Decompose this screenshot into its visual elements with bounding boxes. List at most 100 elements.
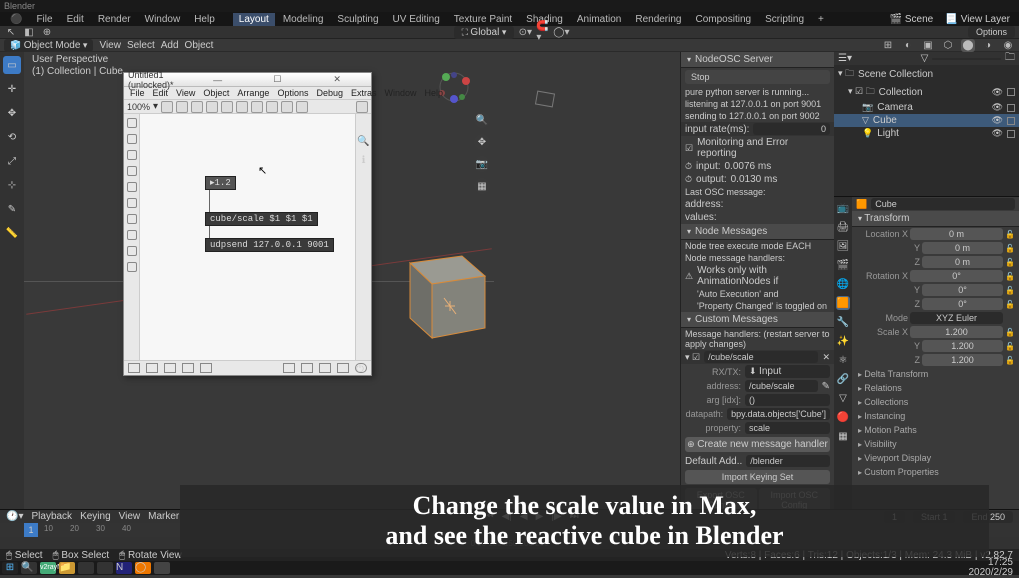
max-rside-1[interactable]: 🔍 <box>357 136 369 147</box>
node-messages-header[interactable]: Node Messages <box>681 224 834 240</box>
max-tb-1[interactable] <box>161 101 173 113</box>
loc-z[interactable]: 0 m <box>922 256 1003 268</box>
menu-render[interactable]: Render <box>92 13 137 26</box>
property-field[interactable]: scale <box>745 422 830 434</box>
outliner-filter-icon[interactable]: ▽ <box>921 53 929 64</box>
rot-mode[interactable]: XYZ Euler <box>910 312 1003 324</box>
max-side-1[interactable] <box>127 118 137 128</box>
tool-annotate[interactable]: ✎ <box>3 200 21 218</box>
max-message-scale[interactable]: cube/scale $1 $1 $1 <box>205 212 318 226</box>
max-floatbox[interactable]: ▸1.2 <box>205 176 236 190</box>
monitor-toggle[interactable]: ☑ Monitoring and Error reporting <box>681 136 834 160</box>
ws-modeling[interactable]: Modeling <box>277 13 330 26</box>
taskbar-max-icon[interactable] <box>154 562 170 574</box>
menu-edit[interactable]: Edit <box>61 13 90 26</box>
max-titlebar[interactable]: Untitled1 (unlocked)* — ☐ ✕ <box>124 73 371 87</box>
rot-z[interactable]: 0° <box>922 298 1003 310</box>
delta-transform-sub[interactable]: Delta Transform <box>852 367 1019 381</box>
max-side-4[interactable] <box>127 166 137 176</box>
snap-toggle-icon[interactable]: 🧲▾ <box>536 26 550 39</box>
tab-physics-icon[interactable]: ⚛ <box>836 353 850 367</box>
tab-viewlayer-icon[interactable]: 🖼 <box>836 239 850 253</box>
scale-y[interactable]: 1.200 <box>922 340 1003 352</box>
max-side-10[interactable] <box>127 262 137 272</box>
tl-menu-view[interactable]: View <box>119 511 141 522</box>
max-udpsend[interactable]: udpsend 127.0.0.1 9001 <box>205 238 334 252</box>
scene-selector[interactable]: 🎬 Scene <box>884 13 938 26</box>
snap-icon[interactable]: ⊕ <box>40 26 54 39</box>
max-side-8[interactable] <box>127 230 137 240</box>
shading-wire-icon[interactable]: ⬡ <box>941 39 955 52</box>
ws-texpaint[interactable]: Texture Paint <box>448 13 518 26</box>
max-bot-7[interactable] <box>301 363 313 373</box>
timeline-type-icon[interactable]: 🕐▾ <box>6 511 23 522</box>
rot-y[interactable]: 0° <box>922 284 1003 296</box>
lock-icon[interactable]: 🔓 <box>1005 230 1015 239</box>
ws-compositing[interactable]: Compositing <box>690 13 758 26</box>
scale-x[interactable]: 1.200 <box>910 326 1003 338</box>
menu-file[interactable]: File <box>30 13 58 26</box>
pan-icon[interactable]: ✥ <box>474 134 490 150</box>
pick-icon[interactable]: ✎ <box>822 381 830 392</box>
tl-menu-playback[interactable]: Playback <box>31 511 72 522</box>
proportional-icon[interactable]: ◯▾ <box>554 26 568 39</box>
nav-gizmo[interactable] <box>434 67 474 107</box>
instancing-sub[interactable]: Instancing <box>852 409 1019 423</box>
ws-rendering[interactable]: Rendering <box>629 13 687 26</box>
viewlayer-selector[interactable]: 📃 View Layer <box>940 13 1015 26</box>
import-keying-button[interactable]: Import Keying Set <box>685 470 830 484</box>
max-msp-window[interactable]: Untitled1 (unlocked)* — ☐ ✕ File Edit Vi… <box>123 72 372 376</box>
vmenu-add[interactable]: Add <box>161 40 179 51</box>
customprops-sub[interactable]: Custom Properties <box>852 465 1019 479</box>
address-field[interactable]: /cube/scale <box>745 380 818 392</box>
vmenu-select[interactable]: Select <box>127 40 155 51</box>
ws-animation[interactable]: Animation <box>571 13 627 26</box>
zoom-icon[interactable]: 🔍 <box>474 112 490 128</box>
transform-panel-header[interactable]: Transform <box>852 211 1019 227</box>
tab-texture-icon[interactable]: ▦ <box>836 429 850 443</box>
max-bot-1[interactable] <box>128 363 140 373</box>
scene-collection-row[interactable]: ▾ 🗀 Scene Collection <box>834 65 1019 83</box>
tab-constraint-icon[interactable]: 🔗 <box>836 372 850 386</box>
playhead[interactable]: 1 <box>24 523 38 537</box>
outliner-search[interactable] <box>932 58 1001 60</box>
tab-modifier-icon[interactable]: 🔧 <box>836 315 850 329</box>
cube-object[interactable] <box>390 238 500 343</box>
max-tb-11[interactable] <box>356 101 368 113</box>
max-bot-9[interactable] <box>337 363 349 373</box>
max-tb-6[interactable] <box>236 101 248 113</box>
max-patcher[interactable]: ↖ ▸1.2 cube/scale $1 $1 $1 udpsend 127.0… <box>140 114 355 360</box>
visibility-sub[interactable]: Visibility <box>852 437 1019 451</box>
tool-rotate[interactable]: ⟲ <box>3 128 21 146</box>
shading-matprev-icon[interactable]: ◑ <box>981 39 995 52</box>
perspective-icon[interactable]: ▦ <box>474 178 490 194</box>
tab-world-icon[interactable]: 🌐 <box>836 277 850 291</box>
taskbar-v2rayn[interactable]: v2rayN <box>40 562 56 574</box>
ws-sculpting[interactable]: Sculpting <box>331 13 384 26</box>
outliner-new-icon[interactable]: 🗀 <box>1005 52 1015 67</box>
max-tb-10[interactable] <box>296 101 308 113</box>
viewportdisplay-sub[interactable]: Viewport Display <box>852 451 1019 465</box>
max-menu-file[interactable]: File <box>126 88 149 98</box>
max-menu-window[interactable]: Window <box>381 88 421 98</box>
max-tb-2[interactable] <box>176 101 188 113</box>
cursor-tool-icon[interactable]: ↖ <box>4 26 18 39</box>
cube-row[interactable]: ▽ Cube👁 <box>834 114 1019 127</box>
taskbar-app-3[interactable]: N <box>116 562 132 574</box>
max-bot-3[interactable] <box>164 363 176 373</box>
max-max-icon[interactable]: ☐ <box>248 74 308 85</box>
system-clock[interactable]: 17:252020/2/29 <box>969 558 1018 578</box>
object-name-field[interactable]: Cube <box>871 198 1015 210</box>
camera-object-icon[interactable] <box>535 91 555 108</box>
options-dropdown[interactable]: Options <box>968 26 1015 38</box>
taskbar-search-icon[interactable]: 🔍 <box>21 562 37 574</box>
tl-menu-keying[interactable]: Keying <box>80 511 111 522</box>
max-side-6[interactable] <box>127 198 137 208</box>
max-bot-2[interactable] <box>146 363 158 373</box>
tab-output-icon[interactable]: 🖨 <box>836 220 850 234</box>
gizmo-icon[interactable]: ◧ <box>22 26 36 39</box>
orientation-select[interactable]: ⛶ Global ▾ <box>454 26 515 39</box>
taskbar-blender-icon[interactable]: ◯ <box>135 562 151 574</box>
loc-y[interactable]: 0 m <box>922 242 1003 254</box>
max-tb-8[interactable] <box>266 101 278 113</box>
